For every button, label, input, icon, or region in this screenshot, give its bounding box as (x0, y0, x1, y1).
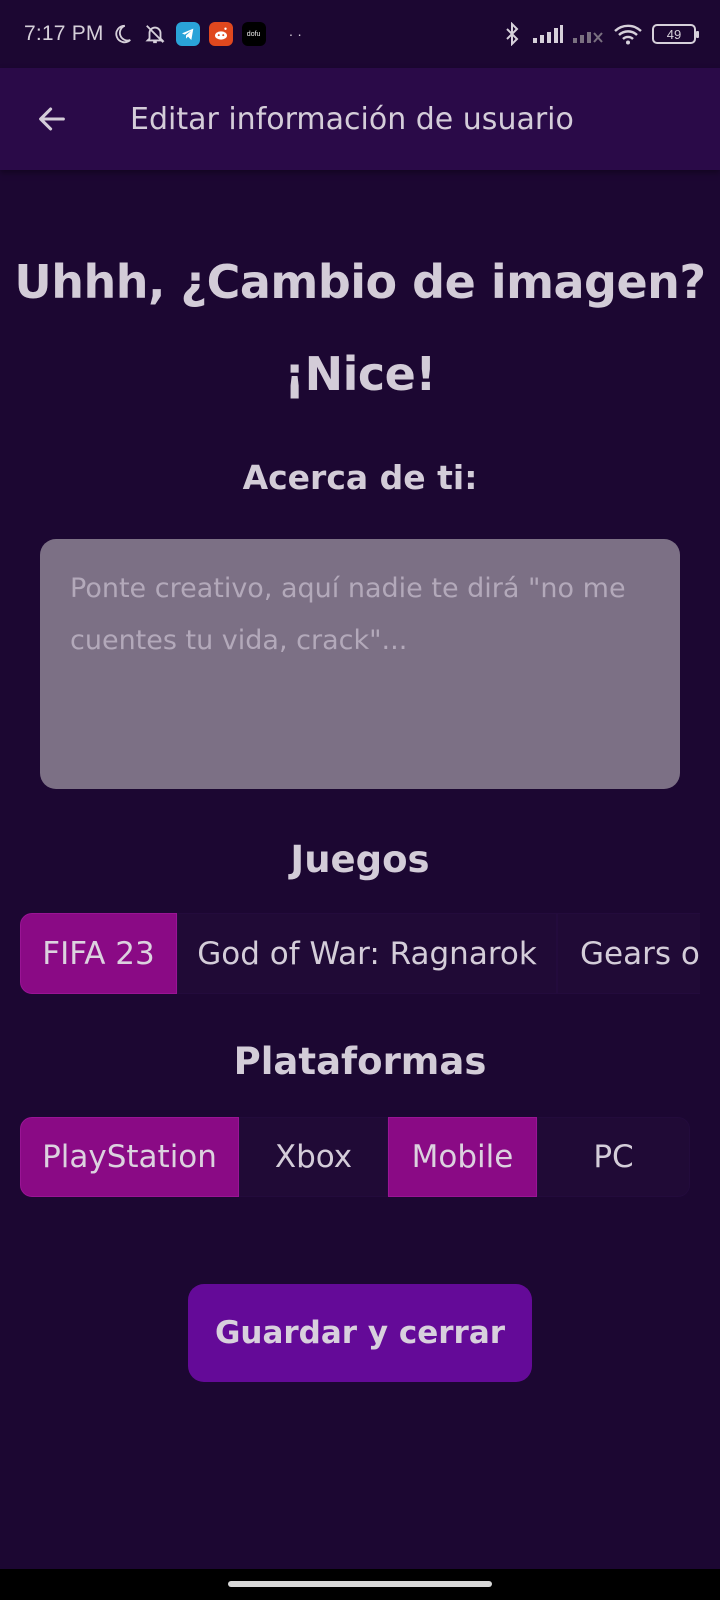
signal-no-service-icon (572, 22, 604, 46)
game-chip-god-of-war-ragnarok[interactable]: God of War: Ragnarok (177, 913, 557, 994)
telegram-icon (175, 22, 200, 46)
games-chip-list[interactable]: FIFA 23 God of War: Ragnarok Gears of (20, 913, 700, 994)
platform-chip-pc[interactable]: PC (537, 1117, 690, 1197)
home-indicator[interactable] (228, 1581, 492, 1587)
system-icons: 49 (500, 22, 699, 46)
games-label: Juegos (290, 838, 430, 881)
platforms-chip-list: PlayStation Xbox Mobile PC (20, 1117, 690, 1197)
about-textarea[interactable] (40, 539, 680, 789)
signal-icon (532, 22, 564, 46)
platforms-label: Plataformas (233, 1040, 487, 1083)
save-and-close-button[interactable]: Guardar y cerrar (188, 1284, 532, 1382)
platform-chip-xbox[interactable]: Xbox (239, 1117, 388, 1197)
game-chip-gears-of-war[interactable]: Gears of (557, 913, 700, 994)
dofu-app-icon: dofu (241, 22, 266, 46)
headline-line-1: Uhhh, ¿Cambio de imagen? (14, 255, 706, 309)
notification-icons: dofu ·· (110, 22, 306, 46)
about-label: Acerca de ti: (242, 458, 478, 497)
arrow-left-icon (39, 107, 65, 131)
battery-icon: 49 (652, 24, 699, 44)
platform-chip-playstation[interactable]: PlayStation (20, 1117, 239, 1197)
headline: Uhhh, ¿Cambio de imagen? ¡Nice! (0, 236, 720, 420)
wifi-icon (612, 22, 644, 46)
more-notifications-indicator: ·· (288, 26, 306, 42)
platform-chip-mobile[interactable]: Mobile (388, 1117, 537, 1197)
game-chip-fifa-23[interactable]: FIFA 23 (20, 913, 177, 994)
screen: 7:17 PM dofu ·· 49 Editar información de… (0, 0, 720, 1600)
app-bar: Editar información de usuario (0, 68, 720, 170)
status-bar: 7:17 PM dofu ·· 49 (0, 0, 720, 68)
status-time: 7:17 PM (24, 22, 104, 45)
bluetooth-icon (500, 22, 524, 46)
headline-line-2: ¡Nice! (284, 347, 436, 401)
navigation-bar (0, 1569, 720, 1600)
moon-icon (110, 22, 134, 46)
back-button[interactable] (24, 91, 80, 147)
bell-off-icon (143, 22, 167, 46)
page-title: Editar información de usuario (130, 101, 574, 137)
reddit-icon (208, 22, 233, 46)
